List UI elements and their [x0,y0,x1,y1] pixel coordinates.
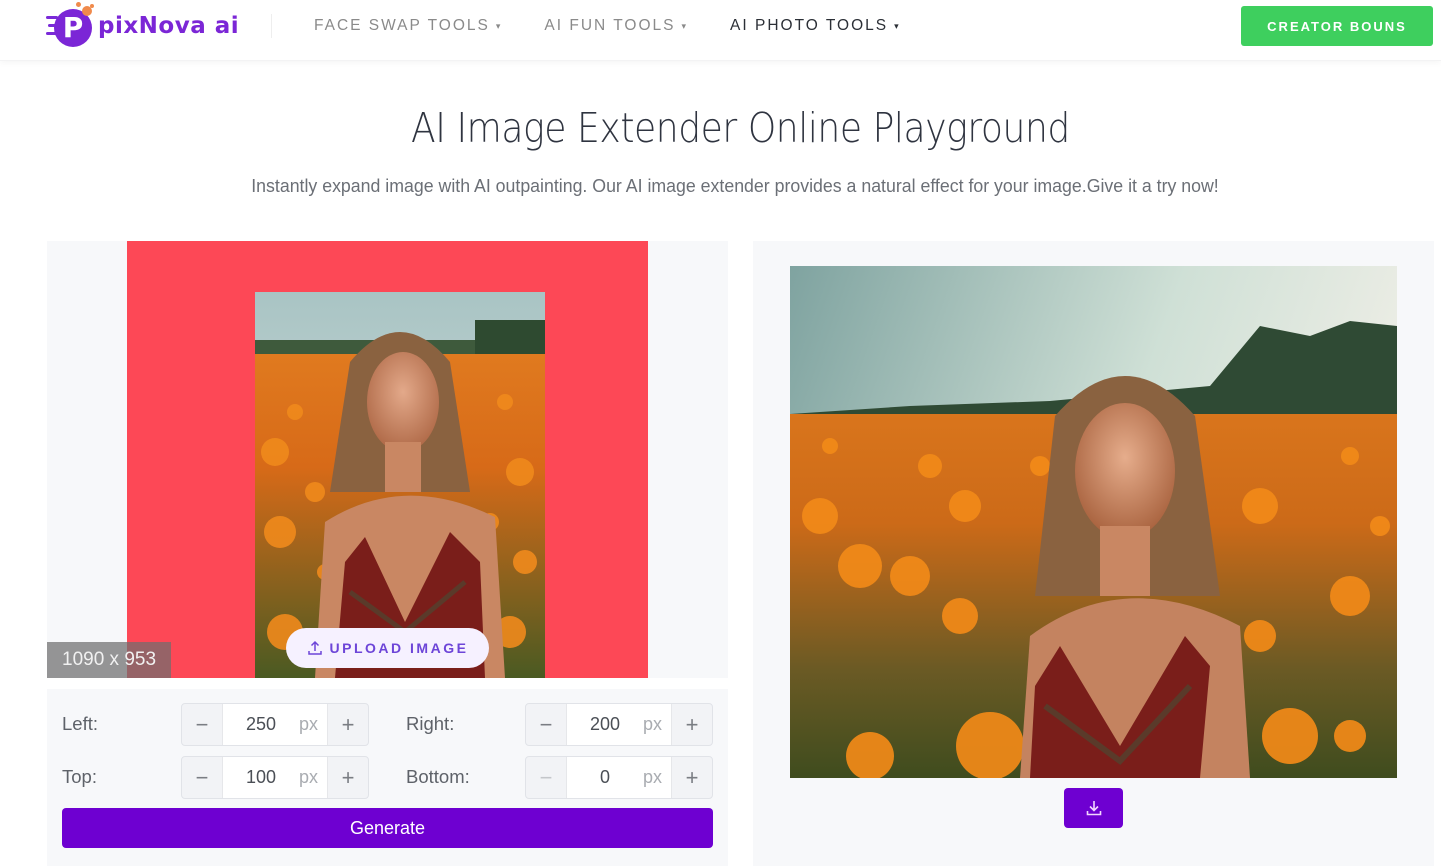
top-stepper: − 100 px + [181,756,369,799]
original-image [255,292,545,678]
nav-face-swap-tools[interactable]: FACE SWAP TOOLS ▾ [314,17,500,35]
upload-label: UPLOAD IMAGE [329,640,469,656]
top-decrement-button[interactable]: − [182,757,222,798]
nav-label: FACE SWAP TOOLS [314,17,490,34]
left-increment-button[interactable]: + [328,704,368,745]
generate-button[interactable]: Generate [62,808,713,848]
right-increment-button[interactable]: + [672,704,712,745]
header-divider [271,14,272,38]
page-title: AI Image Extender Online Playground [411,104,1070,152]
logo-text: pixNova ai [98,13,240,39]
logo-mark-icon: P [46,2,96,50]
bottom-label: Bottom: [406,766,470,787]
top-increment-button[interactable]: + [328,757,368,798]
bottom-value[interactable]: 0 [567,767,643,788]
bottom-stepper: − 0 px + [525,756,713,799]
extend-controls: Left: − 250 px + Right: − 200 px + Top: … [47,689,728,866]
editor-canvas: 1090 x 953 UPLOAD IMAGE [47,241,728,678]
left-value[interactable]: 250 [223,714,299,735]
caret-down-icon: ▾ [495,20,501,31]
caret-down-icon: ▾ [894,20,899,31]
top-label: Top: [62,766,97,787]
caret-down-icon: ▾ [681,20,687,31]
right-stepper: − 200 px + [525,703,713,746]
right-value[interactable]: 200 [567,714,643,735]
bottom-increment-button[interactable]: + [672,757,712,798]
result-panel [753,241,1434,866]
unit-label: px [643,767,663,787]
result-image [790,266,1397,778]
left-label: Left: [62,713,98,734]
upload-icon [307,640,322,655]
download-button[interactable] [1064,788,1123,828]
left-decrement-button[interactable]: − [182,704,222,745]
creator-bonus-button[interactable]: CREATOR BOUNS [1241,6,1433,46]
unit-label: px [643,714,663,734]
nav-ai-photo-tools[interactable]: AI PHOTO TOOLS ▾ [730,17,899,35]
unit-label: px [299,767,319,787]
page-subtitle: Instantly expand image with AI outpainti… [251,176,1219,196]
top-value[interactable]: 100 [223,767,299,788]
left-input[interactable]: 250 px [222,704,328,745]
left-stepper: − 250 px + [181,703,369,746]
unit-label: px [299,714,319,734]
site-header: P pixNova ai FACE SWAP TOOLS ▾ AI FUN TO… [0,0,1441,61]
right-input[interactable]: 200 px [566,704,672,745]
nav-label: AI PHOTO TOOLS [730,17,889,34]
download-icon [1086,801,1101,816]
nav-ai-fun-tools[interactable]: AI FUN TOOLS ▾ [544,17,686,35]
bottom-input[interactable]: 0 px [566,757,672,798]
top-input[interactable]: 100 px [222,757,328,798]
image-dimensions-badge: 1090 x 953 [47,642,171,678]
upload-image-button[interactable]: UPLOAD IMAGE [286,628,489,668]
right-decrement-button[interactable]: − [526,704,566,745]
right-label: Right: [406,713,455,734]
main-nav: FACE SWAP TOOLS ▾ AI FUN TOOLS ▾ AI PHOT… [314,0,943,52]
logo[interactable]: P pixNova ai [46,2,239,50]
bottom-decrement-button[interactable]: − [526,757,566,798]
nav-label: AI FUN TOOLS [544,17,676,34]
